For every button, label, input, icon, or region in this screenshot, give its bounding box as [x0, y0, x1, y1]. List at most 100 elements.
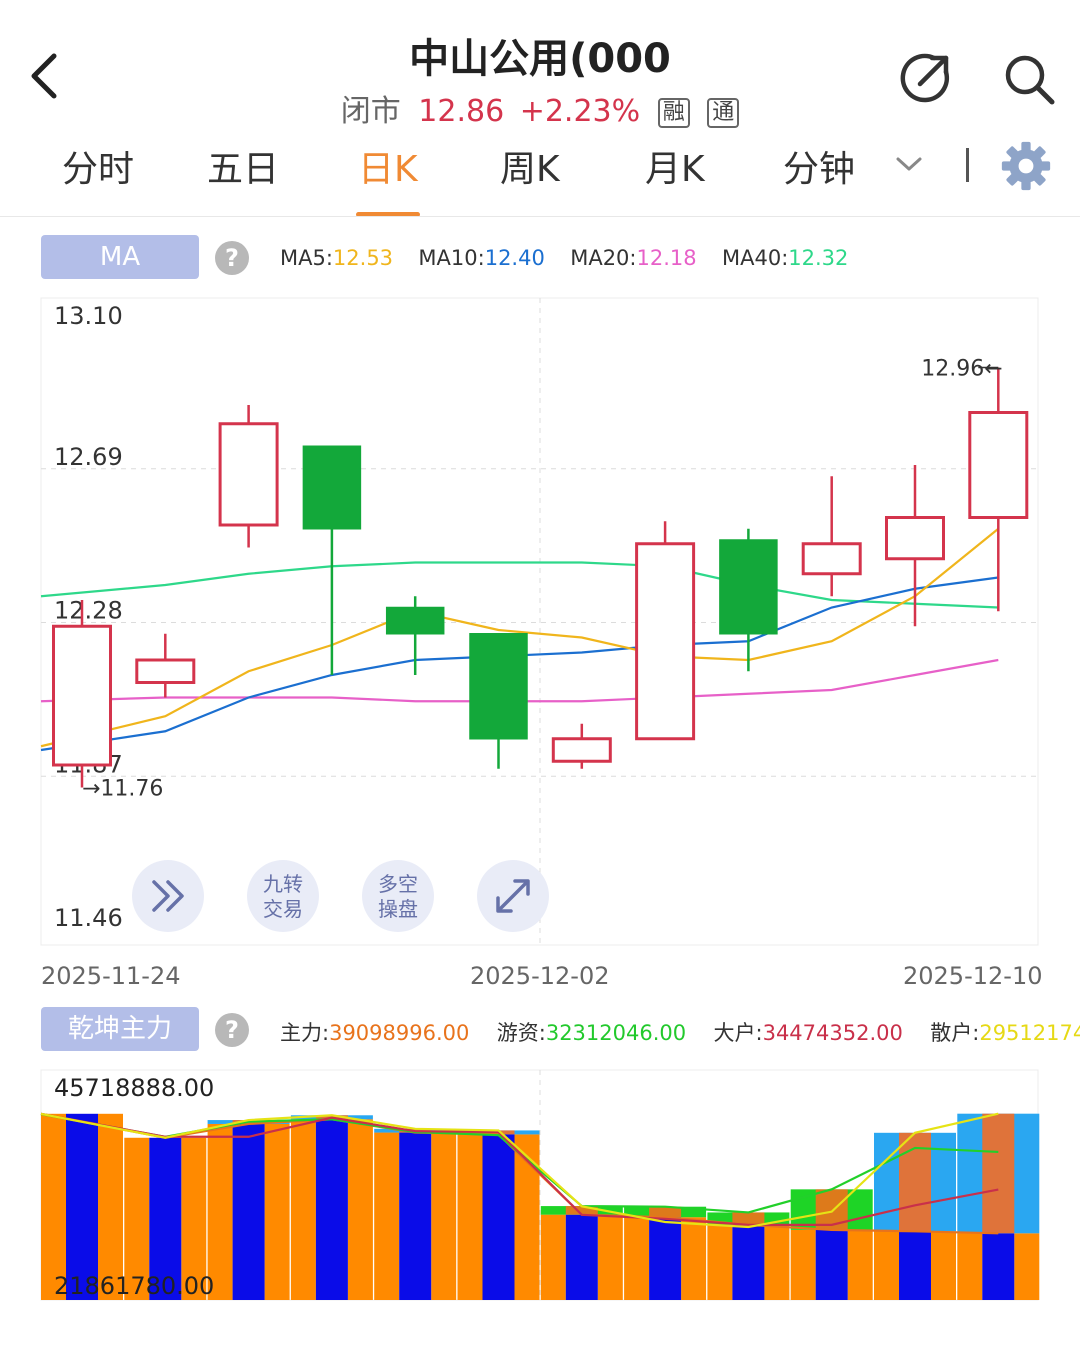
change-percent: +2.23% [519, 94, 641, 129]
ma20-label: MA20: [570, 246, 637, 270]
flow-bar-blue [815, 1229, 848, 1300]
candle-body [719, 539, 778, 635]
flow-bar-group [207, 1120, 290, 1300]
tab-minute[interactable]: 分钟 [783, 140, 855, 192]
fullscreen-button[interactable] [477, 860, 549, 932]
flow-bar-orange-left [957, 1233, 983, 1300]
candle [719, 528, 778, 672]
candle-body [551, 737, 612, 763]
flow-bar-blue [982, 1233, 1015, 1300]
ma10-label: MA10: [418, 246, 485, 270]
candle-body [635, 542, 696, 741]
candle [135, 633, 196, 698]
max-label: 45718888.00 [54, 1074, 214, 1102]
flow-bar-orange-right [931, 1231, 956, 1300]
share-icon[interactable] [898, 50, 954, 106]
flow-bar-group [290, 1115, 373, 1300]
fund-flow-legend: 主力:39098996.00 游资:32312046.00 大户:3447435… [280, 1017, 1080, 1047]
flow-bar-orange-left [707, 1224, 733, 1300]
ma-legend: MA5:12.53 MA10:12.40 MA20:12.18 MA40:12.… [280, 246, 848, 270]
sanhu-value: 29512174.00 [979, 1021, 1080, 1045]
ma10-value: 12.40 [484, 246, 545, 270]
nine-turn-line2: 交易 [263, 897, 303, 921]
flow-bar-blue [232, 1123, 265, 1300]
flow-bar-blue [315, 1119, 348, 1300]
zhuli-label: 主力: [280, 1021, 330, 1045]
ma20-value: 12.18 [636, 246, 697, 270]
candle-body [218, 422, 279, 527]
candle-body [885, 516, 945, 561]
ma40-value: 12.32 [788, 246, 849, 270]
tab-intraday[interactable]: 分时 [62, 140, 134, 192]
ma40-label: MA40: [721, 246, 789, 270]
ma5-label: MA5: [280, 246, 333, 270]
expand-more-button[interactable] [132, 860, 204, 932]
candle [551, 723, 612, 769]
candle-body [968, 411, 1029, 519]
candle-body [135, 658, 196, 684]
flow-bar-blue [482, 1134, 515, 1300]
flow-bar-orange-right [431, 1132, 457, 1300]
ma5-value: 12.53 [332, 246, 394, 270]
y-tick-label: 12.28 [54, 597, 123, 625]
tab-monthly-k[interactable]: 月K [645, 140, 705, 192]
flow-bar-orange-right [847, 1229, 873, 1300]
candle [801, 476, 862, 597]
high-marker-label: 12.96← [921, 357, 1002, 382]
tab-divider [966, 148, 969, 182]
flow-bar-blue [399, 1132, 432, 1300]
tab-five-day[interactable]: 五日 [207, 140, 279, 192]
youzi-label: 游资: [496, 1021, 546, 1045]
indicator-qiankun-button[interactable]: 乾坤主力 [41, 1007, 199, 1051]
fund-flow-chart[interactable]: 45718888.00 21861780.00 [0, 1065, 1080, 1310]
flow-bar-group [874, 1132, 956, 1300]
gear-icon[interactable] [998, 140, 1054, 192]
help-icon-2[interactable]: ? [215, 1013, 249, 1047]
flow-bar-group [374, 1128, 457, 1300]
candle-body [801, 542, 862, 576]
candle-body [52, 624, 112, 767]
chevron-down-icon[interactable] [894, 154, 924, 174]
flow-bar-blue [649, 1217, 682, 1300]
help-icon[interactable]: ? [215, 241, 249, 275]
sanhu-label: 散户: [930, 1021, 980, 1045]
flow-bar-orange-right [597, 1214, 623, 1300]
flow-bar-orange-left [457, 1134, 483, 1300]
search-icon[interactable] [1002, 52, 1058, 108]
long-short-line2: 操盘 [378, 897, 418, 921]
candle [968, 367, 1029, 612]
flow-bar-orange-right [1014, 1233, 1040, 1300]
flow-bar-group [790, 1189, 873, 1300]
candle [469, 633, 528, 769]
last-price: 12.86 [418, 94, 505, 129]
y-tick-label: 11.46 [54, 904, 123, 932]
y-tick-label: 12.69 [54, 443, 123, 471]
candle [302, 445, 362, 675]
y-tick-label: 13.10 [54, 302, 123, 330]
long-short-button[interactable]: 多空 操盘 [362, 860, 434, 932]
long-short-line1: 多空 [378, 872, 418, 896]
margin-tag: 融 [657, 97, 690, 128]
flow-bar-blue [565, 1214, 598, 1300]
flow-bar-orange-left [790, 1229, 816, 1300]
candle [635, 521, 696, 741]
flow-bar-orange-left [874, 1231, 899, 1300]
flow-bar-orange-left [624, 1217, 650, 1300]
divider [0, 216, 1080, 217]
flow-bar-orange-left [540, 1214, 566, 1300]
flow-bar-group [957, 1113, 1040, 1300]
tab-daily-k[interactable]: 日K [358, 140, 418, 192]
flow-bar-orange-left [290, 1119, 316, 1300]
candle [52, 600, 112, 788]
flow-bar-blue [899, 1231, 931, 1300]
tab-weekly-k[interactable]: 周K [500, 140, 560, 192]
expand-icon [496, 879, 530, 913]
date-mid: 2025-12-02 [470, 962, 610, 990]
flow-bar-orange-right [681, 1217, 707, 1300]
dahu-label: 大户: [713, 1021, 763, 1045]
indicator-ma-button[interactable]: MA [41, 235, 199, 279]
nine-turn-trade-button[interactable]: 九转 交易 [247, 860, 319, 932]
flow-bar-orange-right [347, 1119, 373, 1300]
youzi-value: 32312046.00 [545, 1021, 687, 1045]
low-marker-label: →11.76 [82, 777, 163, 802]
